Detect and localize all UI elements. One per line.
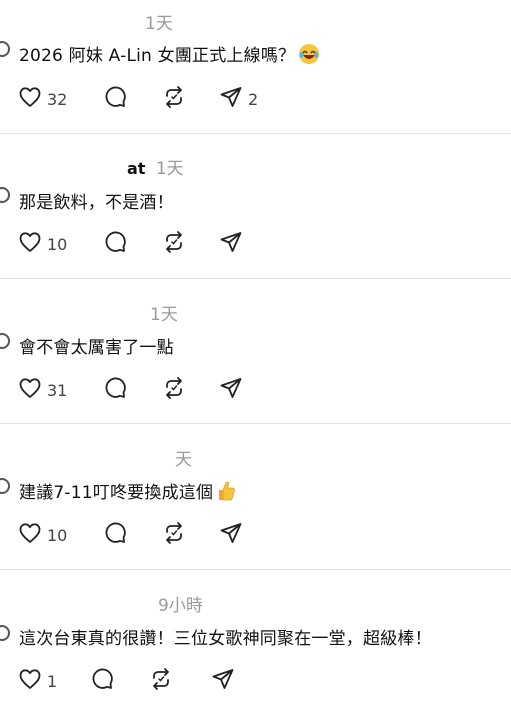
divider [0, 133, 511, 134]
repost-button[interactable] [162, 231, 186, 257]
avatar[interactable] [0, 187, 10, 203]
laughing-face-icon [298, 43, 320, 70]
post-text: 這次台東真的很讚！三位女歌神同聚在一堂，超級棒！ [19, 629, 432, 649]
like-button[interactable]: 32 [18, 86, 67, 112]
comment-icon [103, 230, 127, 258]
avatar[interactable] [0, 333, 10, 349]
like-count: 10 [47, 525, 68, 545]
comment-icon [103, 376, 127, 404]
comment-icon [90, 667, 114, 695]
thumbs-up-icon [216, 480, 236, 507]
repost-icon [149, 667, 173, 695]
post-text: 2026 阿妹 A-Lin 女團正式上線嗎？ [19, 46, 296, 66]
post-text: 建議7-11叮咚要換成這個 [19, 483, 214, 503]
repost-icon [162, 521, 186, 549]
like-button[interactable]: 31 [18, 377, 67, 403]
comment-icon [103, 85, 127, 113]
repost-button[interactable] [162, 377, 186, 403]
divider [0, 423, 511, 424]
post-time: 9小時 [158, 596, 203, 616]
post-time: 1天 [155, 159, 184, 179]
post-text: 會不會太厲害了一點 [19, 338, 174, 358]
share-button[interactable] [219, 231, 243, 257]
comment-icon [103, 521, 127, 549]
post-time: 1天 [150, 305, 178, 325]
like-count: 10 [47, 234, 68, 254]
repost-button[interactable] [149, 668, 173, 694]
heart-icon [18, 376, 42, 404]
heart-icon [18, 230, 42, 258]
reply-button[interactable] [90, 668, 114, 694]
avatar[interactable] [0, 478, 10, 494]
heart-icon [18, 521, 42, 549]
like-count: 1 [47, 671, 58, 691]
share-button[interactable] [211, 668, 235, 694]
repost-icon [162, 230, 186, 258]
heart-icon [18, 667, 42, 695]
send-icon [219, 376, 243, 404]
like-count: 31 [47, 380, 68, 400]
share-button[interactable] [219, 522, 243, 548]
repost-icon [162, 376, 186, 404]
send-icon [219, 521, 243, 549]
avatar[interactable] [0, 41, 10, 57]
send-icon [219, 230, 243, 258]
avatar[interactable] [0, 625, 10, 641]
repost-button[interactable] [162, 522, 186, 548]
send-icon [219, 85, 243, 113]
post-time: 天 [175, 450, 192, 470]
repost-button[interactable] [162, 86, 186, 112]
like-count: 32 [47, 89, 68, 109]
reply-button[interactable] [103, 522, 127, 548]
like-button[interactable]: 10 [18, 522, 67, 548]
share-count: 2 [248, 89, 259, 109]
reply-button[interactable] [103, 86, 127, 112]
like-button[interactable]: 10 [18, 231, 67, 257]
username[interactable]: at [127, 159, 145, 178]
heart-icon [18, 85, 42, 113]
like-button[interactable]: 1 [18, 668, 57, 694]
repost-icon [162, 85, 186, 113]
reply-button[interactable] [103, 231, 127, 257]
share-button[interactable] [219, 377, 243, 403]
send-icon [211, 667, 235, 695]
divider [0, 278, 511, 279]
reply-button[interactable] [103, 377, 127, 403]
post-time: 1天 [145, 14, 173, 34]
share-button[interactable]: 2 [219, 86, 258, 112]
divider [0, 569, 511, 570]
post-text: 那是飲料，不是酒！ [19, 193, 174, 213]
